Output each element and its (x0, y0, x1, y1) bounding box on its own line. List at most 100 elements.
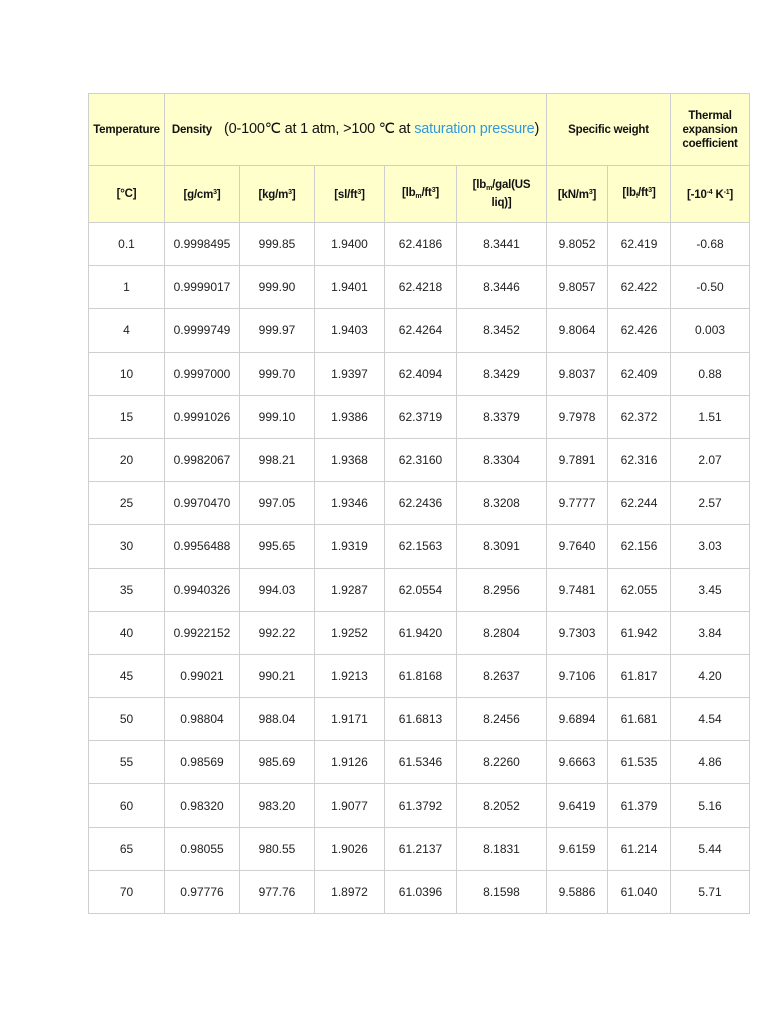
cell-density-lbm-ft3: 61.2137 (384, 826, 457, 871)
density-label: Density (171, 124, 213, 136)
cell-density-kg-m3: 995.65 (239, 524, 315, 569)
cell-density-lbm-gal: 8.3446 (455, 265, 548, 310)
cell-density-lbm-gal: 8.2260 (455, 740, 548, 785)
unit-text: [kN/m (557, 189, 589, 201)
table-row: 25 0.9970470 997.05 1.9346 62.2436 8.3208 9.77… (88, 481, 751, 526)
cell-specific-weight-kn-m3: 9.7640 (546, 524, 609, 569)
cell-thermal-expansion: 5.16 (670, 783, 751, 828)
cell-specific-weight-lbf-ft3: 61.681 (607, 697, 672, 742)
cell-density-g-cm3: 0.98569 (164, 740, 240, 785)
cell-temperature: 35 (88, 567, 165, 612)
cell-thermal-expansion: 0.88 (670, 351, 751, 396)
unit-text: /ft (638, 187, 649, 199)
cell-density-sl-ft3: 1.9126 (314, 740, 385, 785)
cell-density-lbm-gal: 8.2637 (455, 653, 548, 699)
cell-specific-weight-kn-m3: 9.7891 (546, 437, 609, 483)
cell-specific-weight-kn-m3: 9.5886 (546, 869, 609, 915)
table-row: 10 0.9997000 999.70 1.9397 62.4094 8.3429 9.80… (88, 351, 751, 396)
unit-text: [g/cm (183, 189, 214, 201)
cell-specific-weight-lbf-ft3: 62.055 (607, 567, 672, 612)
cell-density-sl-ft3: 1.9397 (314, 351, 385, 396)
cell-thermal-expansion: -0.68 (670, 221, 751, 267)
cell-thermal-expansion: -0.50 (670, 265, 751, 310)
cell-density-lbm-ft3: 62.3160 (384, 437, 457, 483)
cell-density-g-cm3: 0.9970470 (164, 481, 240, 526)
unit-text: /gal(US liq)] (491, 179, 531, 209)
cell-density-sl-ft3: 1.8972 (314, 869, 385, 915)
cell-specific-weight-lbf-ft3: 61.817 (607, 653, 672, 699)
table-row: 1 0.9999017 999.90 1.9401 62.4218 8.3446 9.805… (88, 265, 751, 310)
cell-density-kg-m3: 977.76 (239, 869, 315, 915)
cell-specific-weight-kn-m3: 9.7481 (546, 567, 609, 612)
cell-temperature: 25 (88, 481, 165, 526)
unit-sl-ft3: [sl/ft3] (314, 165, 385, 223)
cell-density-sl-ft3: 1.9400 (314, 221, 385, 267)
cell-specific-weight-kn-m3: 9.8057 (546, 265, 609, 310)
cell-temperature: 55 (88, 740, 165, 785)
cell-density-sl-ft3: 1.9026 (314, 826, 385, 871)
cell-density-lbm-ft3: 62.0554 (384, 567, 457, 612)
unit-lbm-gal: [lbm/gal(US liq)] (455, 165, 548, 223)
cell-density-g-cm3: 0.98055 (164, 826, 240, 871)
cell-specific-weight-kn-m3: 9.7106 (546, 653, 609, 699)
cell-density-sl-ft3: 1.9368 (314, 437, 385, 483)
cell-density-lbm-ft3: 62.3719 (384, 394, 457, 439)
cell-specific-weight-kn-m3: 9.6159 (546, 826, 609, 871)
unit-coefficient: [-10-4 K-1] (670, 165, 751, 223)
cell-density-sl-ft3: 1.9213 (314, 653, 385, 699)
cell-specific-weight-lbf-ft3: 61.535 (607, 740, 672, 785)
cell-specific-weight-lbf-ft3: 62.409 (607, 351, 672, 396)
unit-text: [lb (472, 179, 487, 191)
cell-density-lbm-ft3: 62.2436 (384, 481, 457, 526)
density-note-text: (0-100℃ at 1 atm, >100 ℃ at (224, 121, 415, 137)
cell-temperature: 1 (88, 265, 165, 310)
cell-temperature: 20 (88, 437, 165, 483)
cell-density-g-cm3: 0.97776 (164, 869, 240, 915)
cell-density-lbm-gal: 8.2956 (455, 567, 548, 612)
cell-density-sl-ft3: 1.9386 (314, 394, 385, 439)
cell-temperature: 30 (88, 524, 165, 569)
cell-specific-weight-kn-m3: 9.6663 (546, 740, 609, 785)
cell-specific-weight-lbf-ft3: 61.942 (607, 610, 672, 655)
unit-lbm-ft3: [lbm/ft3] (384, 165, 457, 223)
cell-specific-weight-kn-m3: 9.8064 (546, 308, 609, 353)
cell-density-sl-ft3: 1.9401 (314, 265, 385, 310)
unit-lbf-ft3: [lbf/ft3] (607, 165, 672, 223)
cell-density-g-cm3: 0.9998495 (164, 221, 240, 267)
unit-text: ] (291, 189, 296, 201)
cell-density-lbm-gal: 8.3429 (455, 351, 548, 396)
cell-temperature: 10 (88, 351, 165, 396)
cell-specific-weight-kn-m3: 9.6894 (546, 697, 609, 742)
cell-specific-weight-lbf-ft3: 62.419 (607, 221, 672, 267)
cell-temperature: 0.1 (88, 221, 165, 267)
cell-thermal-expansion: 4.54 (670, 697, 751, 742)
unit-text: ] (361, 189, 365, 201)
cell-density-lbm-gal: 8.3208 (455, 481, 548, 526)
unit-kg-m3: [kg/m3] (239, 165, 315, 223)
cell-temperature: 65 (88, 826, 165, 871)
cell-density-g-cm3: 0.9991026 (164, 394, 240, 439)
cell-density-g-cm3: 0.9956488 (164, 524, 240, 569)
cell-density-lbm-ft3: 62.4186 (384, 221, 457, 267)
cell-density-kg-m3: 983.20 (239, 783, 315, 828)
cell-density-lbm-gal: 8.3091 (455, 524, 548, 569)
cell-density-lbm-gal: 8.3441 (455, 221, 548, 267)
cell-specific-weight-kn-m3: 9.8052 (546, 221, 609, 267)
unit-text: ] (435, 187, 440, 199)
saturation-pressure-link[interactable]: saturation pressure (414, 121, 535, 137)
cell-density-g-cm3: 0.98320 (164, 783, 240, 828)
header-density: Density (0-100℃ at 1 atm, >100 ℃ at satu… (163, 93, 548, 166)
cell-density-sl-ft3: 1.9319 (314, 524, 385, 569)
unit-text: [-10 (687, 189, 707, 201)
water-properties-table: Temperature Density (0-100℃ at 1 atm, >1… (88, 93, 751, 915)
cell-density-g-cm3: 0.98804 (164, 697, 240, 742)
header-temperature: Temperature (88, 93, 165, 166)
table-row: 4 0.9999749 999.97 1.9403 62.4264 8.3452 9.806… (88, 308, 751, 353)
table-row: 45 0.99021 990.21 1.9213 61.8168 8.2637 9.7106… (88, 653, 751, 699)
cell-specific-weight-lbf-ft3: 62.426 (607, 308, 672, 353)
cell-specific-weight-lbf-ft3: 61.214 (607, 826, 672, 871)
cell-density-g-cm3: 0.9940326 (164, 567, 240, 612)
table-row: 20 0.9982067 998.21 1.9368 62.3160 8.3304 9.78… (88, 437, 751, 483)
cell-specific-weight-lbf-ft3: 62.422 (607, 265, 672, 310)
unit-g-cm3: [g/cm3] (164, 165, 240, 223)
